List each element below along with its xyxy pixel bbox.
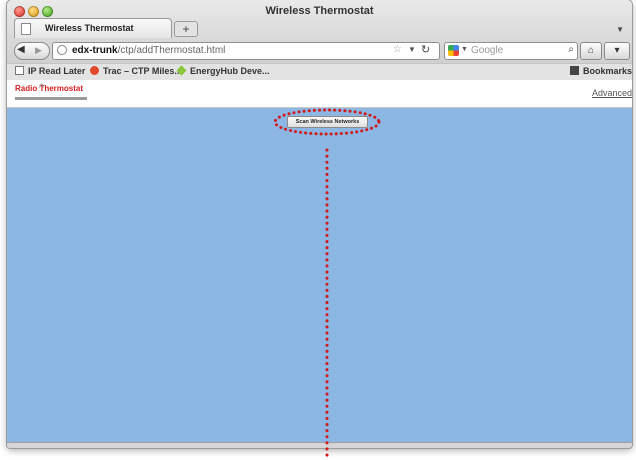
bookmark-energyhub[interactable]: EnergyHub Deve... xyxy=(176,65,270,76)
home-button[interactable]: ⌂ xyxy=(580,42,602,60)
bookmarks-menu-label: Bookmarks xyxy=(583,66,632,76)
back-arrow-icon[interactable]: ◀ xyxy=(17,44,25,55)
forward-arrow-icon[interactable]: ▶ xyxy=(35,45,42,56)
bookmarks-toolbar: IP Read Later Trac – CTP Miles... Energy… xyxy=(7,63,632,81)
bookmark-trac[interactable]: Trac – CTP Miles... xyxy=(90,66,182,76)
tab-label: Wireless Thermostat xyxy=(45,23,134,33)
url-path: /ctp/addThermostat.html xyxy=(117,45,226,56)
logo-underline xyxy=(15,97,87,100)
url-history-dropdown-icon[interactable]: ▼ xyxy=(408,45,416,54)
status-bar xyxy=(7,442,632,448)
site-header: Radio Thermostat ^ Advanced xyxy=(7,80,632,108)
trac-icon xyxy=(90,66,99,75)
title-bar: Wireless Thermostat Wireless Thermostat … xyxy=(7,0,632,81)
site-identity-icon[interactable] xyxy=(57,45,67,55)
signal-icon: ^ xyxy=(39,82,45,94)
tab-wireless-thermostat[interactable]: Wireless Thermostat xyxy=(14,18,172,38)
bookmark-star-icon[interactable]: ☆ xyxy=(393,44,402,55)
extension-button[interactable]: ▾ xyxy=(604,42,630,60)
search-engine-dropdown-icon[interactable]: ▼ xyxy=(461,46,468,53)
page-content: Radio Thermostat ^ Advanced Scan Wireles… xyxy=(7,80,632,442)
page-icon xyxy=(21,23,31,35)
search-icon[interactable]: ⌕ xyxy=(568,44,574,55)
bookmarks-icon xyxy=(570,66,579,75)
reload-icon[interactable]: ↻ xyxy=(421,43,430,56)
new-tab-button[interactable]: + xyxy=(174,21,198,37)
url-text[interactable]: edx-trunk/ctp/addThermostat.html xyxy=(72,45,225,56)
extension-menu-icon: ▾ xyxy=(614,45,620,56)
page-icon xyxy=(15,66,24,75)
logo-text: Radio Thermostat xyxy=(15,84,84,93)
url-host: edx-trunk xyxy=(72,45,118,56)
navigation-toolbar: ◀ ▶ edx-trunk/ctp/addThermostat.html ☆ ▼… xyxy=(7,39,632,63)
bookmarks-menu-button[interactable]: Bookmarks ▾ xyxy=(570,66,632,77)
google-engine-icon[interactable] xyxy=(448,45,459,56)
browser-window: Wireless Thermostat Wireless Thermostat … xyxy=(7,0,632,448)
advanced-link[interactable]: Advanced xyxy=(592,88,632,98)
radio-thermostat-logo: Radio Thermostat ^ xyxy=(15,82,95,104)
address-bar[interactable]: edx-trunk/ctp/addThermostat.html ☆ ▼ ↻ xyxy=(52,42,440,60)
search-input[interactable]: Google xyxy=(471,45,503,56)
bookmark-label: Trac – CTP Miles... xyxy=(103,66,182,76)
bookmark-ip-read-later[interactable]: IP Read Later xyxy=(15,66,85,76)
scan-wireless-networks-button[interactable]: Scan Wireless Networks xyxy=(287,116,368,128)
back-forward-group: ◀ ▶ xyxy=(14,42,50,60)
home-icon: ⌂ xyxy=(587,45,595,56)
energyhub-icon xyxy=(176,65,187,76)
window-title: Wireless Thermostat xyxy=(265,5,374,17)
bookmark-label: EnergyHub Deve... xyxy=(190,66,270,76)
bookmark-label: IP Read Later xyxy=(28,66,86,76)
search-bar[interactable]: ▼ Google ⌕ xyxy=(444,42,578,60)
tab-list-icon[interactable]: ▼ xyxy=(616,25,624,34)
